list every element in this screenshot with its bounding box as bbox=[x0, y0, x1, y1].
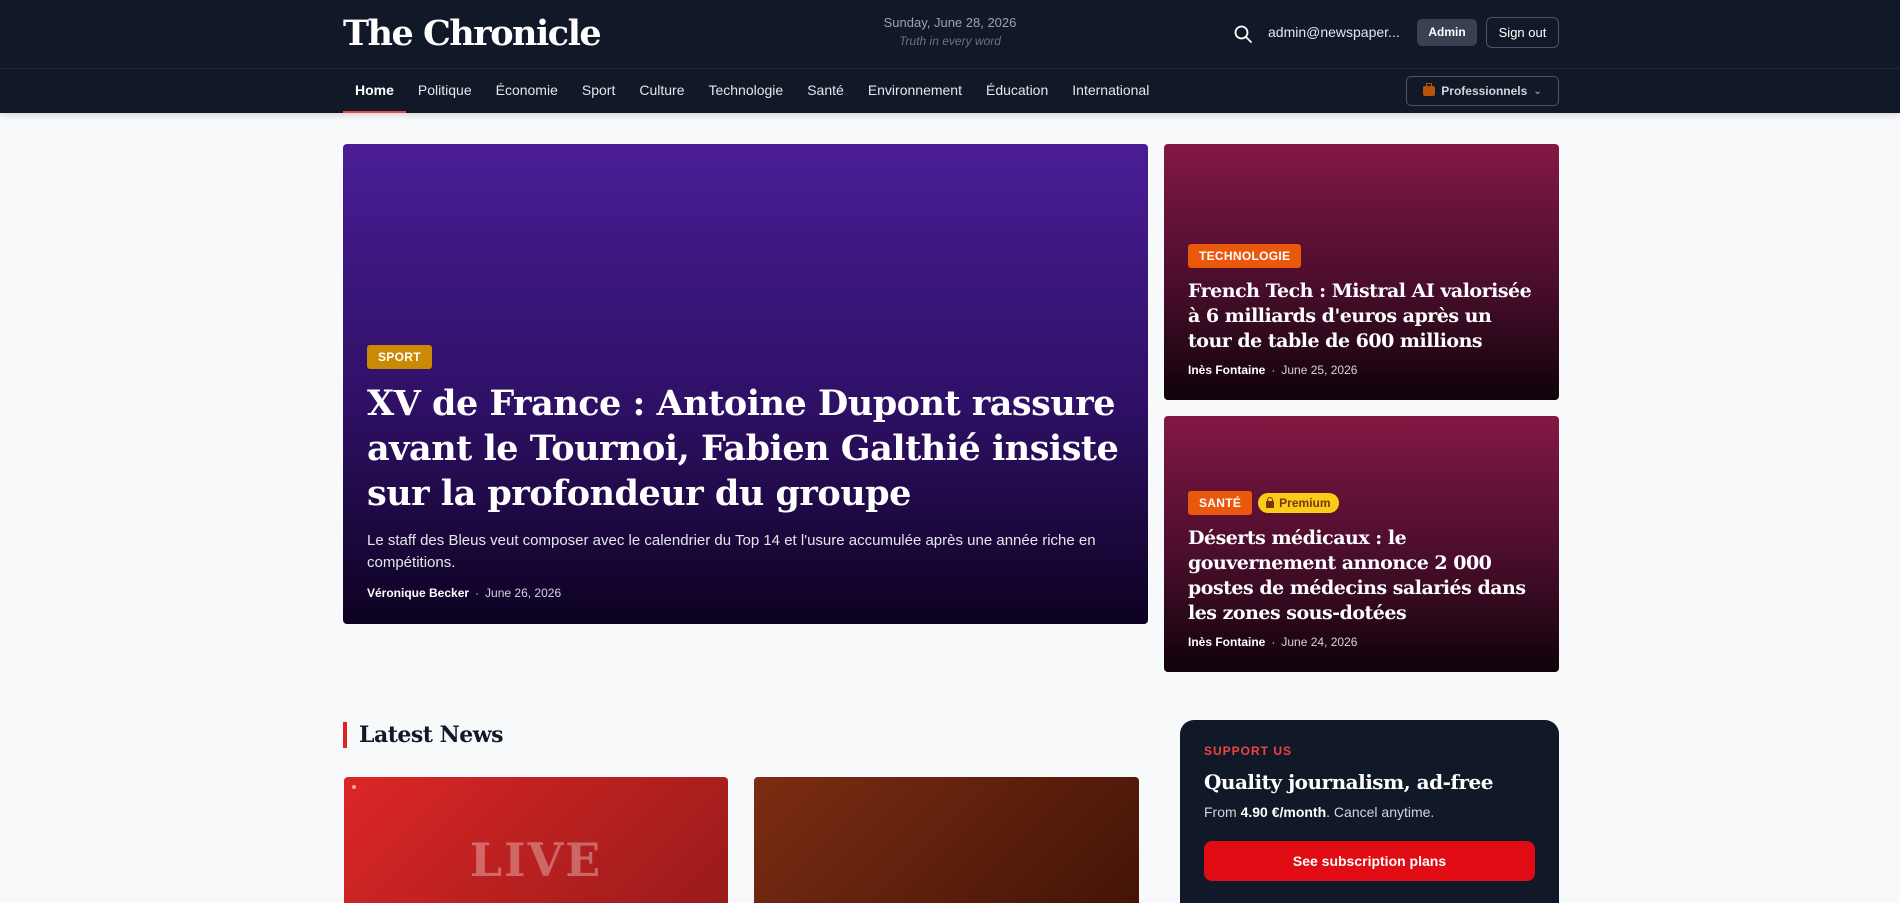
support-price: From 4.90 €/month. Cancel anytime. bbox=[1204, 804, 1535, 820]
professionals-label: Professionnels bbox=[1441, 84, 1528, 98]
nav-item-sport[interactable]: Sport bbox=[570, 69, 627, 113]
premium-label: Premium bbox=[1279, 495, 1331, 510]
author-name: Inès Fontaine bbox=[1188, 635, 1266, 649]
category-tag[interactable]: SPORT bbox=[367, 345, 432, 369]
news-card-image[interactable]: LIVE bbox=[344, 777, 728, 903]
nav-item-politique[interactable]: Politique bbox=[406, 69, 484, 113]
side-article-title[interactable]: French Tech : Mistral AI valorisée à 6 m… bbox=[1188, 279, 1535, 354]
admin-button[interactable]: Admin bbox=[1417, 19, 1477, 46]
main-nav: Home Politique Économie Sport Culture Technol… bbox=[0, 69, 1900, 113]
category-tag[interactable]: TECHNOLOGIE bbox=[1188, 244, 1302, 268]
publish-date: June 25, 2026 bbox=[1281, 363, 1358, 377]
current-date: Sunday, June 28, 2026 bbox=[883, 15, 1017, 30]
live-dot-icon bbox=[352, 785, 356, 789]
nav-item-economie[interactable]: Économie bbox=[484, 69, 570, 113]
nav-item-technologie[interactable]: Technologie bbox=[696, 69, 795, 113]
price-suffix: . Cancel anytime. bbox=[1326, 804, 1435, 820]
price-prefix: From bbox=[1204, 804, 1241, 820]
tagline: Truth in every word bbox=[899, 34, 1001, 48]
byline: Véronique Becker · June 26, 2026 bbox=[367, 586, 562, 600]
nav-item-environnement[interactable]: Environnement bbox=[856, 69, 974, 113]
user-email[interactable]: admin@newspaper... bbox=[1268, 24, 1400, 40]
top-header: The Chronicle Sunday, June 28, 2026 Trut… bbox=[0, 0, 1900, 69]
side-article-title[interactable]: Déserts médicaux : le gouvernement annon… bbox=[1188, 526, 1535, 626]
author-name: Inès Fontaine bbox=[1188, 363, 1266, 377]
hero-title[interactable]: XV de France : Antoine Dupont rassure av… bbox=[367, 381, 1124, 516]
byline: Inès Fontaine · June 25, 2026 bbox=[1188, 363, 1358, 377]
nav-items: Home Politique Économie Sport Culture Technol… bbox=[343, 69, 1161, 113]
hero-description: Le staff des Bleus veut composer avec le… bbox=[367, 532, 1096, 571]
author-name: Véronique Becker bbox=[367, 586, 470, 600]
briefcase-icon bbox=[1423, 83, 1436, 96]
support-eyebrow: SUPPORT US bbox=[1204, 744, 1293, 758]
professionals-dropdown[interactable]: Professionnels ⌄ bbox=[1406, 76, 1559, 106]
subscription-plans-button[interactable]: See subscription plans bbox=[1204, 841, 1535, 881]
nav-item-culture[interactable]: Culture bbox=[627, 69, 696, 113]
publish-date: June 24, 2026 bbox=[1281, 635, 1358, 649]
hero-main-article[interactable]: SPORT XV de France : Antoine Dupont rass… bbox=[343, 144, 1148, 624]
nav-item-home[interactable]: Home bbox=[343, 69, 406, 113]
chevron-down-icon: ⌄ bbox=[1533, 85, 1542, 97]
publish-date: June 26, 2026 bbox=[485, 586, 562, 600]
lock-icon bbox=[1266, 496, 1275, 508]
hero-side-article[interactable]: SANTÉ Premium Déserts médicaux : le gouve… bbox=[1164, 416, 1559, 672]
category-tag[interactable]: SANTÉ bbox=[1188, 491, 1253, 515]
section-title: Latest News bbox=[343, 722, 504, 748]
hero-side-article[interactable]: TECHNOLOGIE French Tech : Mistral AI val… bbox=[1164, 144, 1559, 400]
nav-item-education[interactable]: Éducation bbox=[974, 69, 1060, 113]
date-block: Sunday, June 28, 2026 Truth in every wor… bbox=[770, 15, 1130, 48]
support-box: SUPPORT US Quality journalism, ad-free F… bbox=[1180, 720, 1559, 903]
search-icon[interactable] bbox=[1233, 24, 1253, 44]
news-card-image[interactable] bbox=[754, 777, 1139, 903]
site-logo[interactable]: The Chronicle bbox=[343, 13, 602, 54]
support-title: Quality journalism, ad-free bbox=[1204, 770, 1493, 794]
price-value: 4.90 €/month bbox=[1240, 804, 1327, 820]
byline: Inès Fontaine · June 24, 2026 bbox=[1188, 635, 1358, 649]
premium-badge: Premium bbox=[1258, 492, 1339, 513]
sign-out-button[interactable]: Sign out bbox=[1486, 17, 1559, 48]
nav-item-international[interactable]: International bbox=[1060, 69, 1161, 113]
nav-item-sante[interactable]: Santé bbox=[795, 69, 856, 113]
live-overlay: LIVE bbox=[469, 833, 603, 887]
